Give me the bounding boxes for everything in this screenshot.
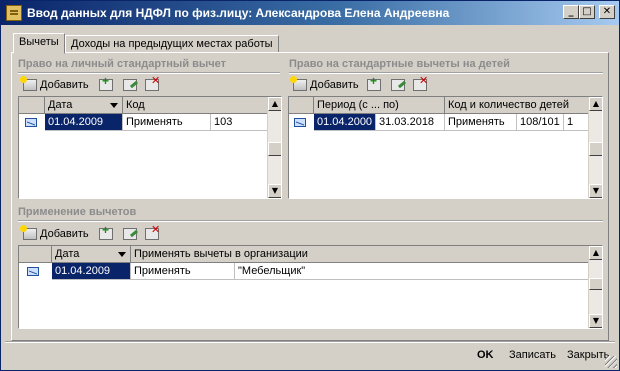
cell-date[interactable]: 01.04.2009 [45,114,123,131]
record-icon [27,267,39,276]
personal-copy-button[interactable] [99,74,113,94]
scroll-up-icon[interactable]: ▲ [268,97,281,111]
personal-add-label: Добавить [40,79,89,91]
application-separator [18,220,603,222]
personal-add-button[interactable]: Добавить [20,76,89,94]
children-section-title: Право на стандартные вычеты на детей [289,58,510,70]
edit-row-icon [391,79,405,91]
tab-deductions[interactable]: Вычеты [13,33,65,54]
children-delete-button[interactable] [413,74,428,94]
title-bar[interactable]: Ввод данных для НДФЛ по физ.лицу: Алекса… [1,1,619,25]
dialog-window: Ввод данных для НДФЛ по физ.лицу: Алекса… [0,0,620,371]
header-code-count[interactable]: Код и количество детей [445,97,590,114]
app-icon [6,5,22,21]
children-table[interactable]: Период (с ... по) Код и количество детей… [288,96,603,199]
copy-row-icon [99,223,113,240]
children-add-button[interactable]: Добавить [290,76,359,94]
application-copy-button[interactable] [99,223,113,243]
ok-button[interactable]: OK [477,347,494,365]
maximize-button[interactable]: □ [579,5,595,19]
add-row-icon [20,225,37,240]
scroll-thumb[interactable] [589,278,602,290]
minimize-button[interactable]: _ [563,5,579,19]
scroll-down-icon[interactable]: ▼ [589,314,602,328]
cell-period-to[interactable]: 31.03.2018 [376,114,445,131]
application-add-label: Добавить [40,228,89,240]
edit-row-icon [123,228,137,240]
personal-table[interactable]: Дата Код 01.04.2009 Применять 103 ▲ ▼ [18,96,282,199]
tab-previous-income[interactable]: Доходы на предыдущих местах работы [65,35,279,53]
window-title: Ввод данных для НДФЛ по физ.лицу: Алекса… [27,6,450,20]
cell-code[interactable]: 108/101 [517,114,564,131]
application-scrollbar[interactable]: ▲ ▼ [588,246,602,328]
header-date-label: Дата [55,248,80,260]
personal-separator [18,72,280,74]
header-icon-column [19,97,45,114]
scroll-up-icon[interactable]: ▲ [589,97,602,111]
sort-desc-icon [110,103,118,108]
close-window-button[interactable]: ✕ [599,5,615,19]
edit-row-icon [123,79,137,91]
scroll-down-icon[interactable]: ▼ [268,184,281,198]
delete-row-icon [145,74,160,91]
save-button[interactable]: Записать [509,347,556,365]
header-icon-column [289,97,314,114]
scroll-down-icon[interactable]: ▼ [589,184,602,198]
children-add-label: Добавить [310,79,359,91]
cell-date[interactable]: 01.04.2009 [52,263,131,280]
header-organization[interactable]: Применять вычеты в организации [131,246,589,263]
header-period[interactable]: Период (с ... по) [314,97,445,114]
header-date[interactable]: Дата [52,246,131,263]
children-copy-button[interactable] [367,74,381,94]
scroll-thumb[interactable] [589,142,602,156]
close-button[interactable]: Закрыть [567,347,609,365]
footer-separator [5,341,615,343]
cell-period-from[interactable]: 01.04.2000 [314,114,376,131]
children-scrollbar[interactable]: ▲ ▼ [588,97,602,198]
delete-row-icon [145,223,160,240]
copy-row-icon [367,74,381,91]
application-table[interactable]: Дата Применять вычеты в организации 01.0… [18,245,603,329]
cell-count[interactable]: 1 [564,114,590,131]
add-row-icon [290,76,307,91]
children-edit-button[interactable] [391,76,405,94]
application-add-button[interactable]: Добавить [20,225,89,243]
scroll-thumb[interactable] [268,142,281,156]
copy-row-icon [99,74,113,91]
header-code[interactable]: Код [123,97,268,114]
delete-row-icon [413,74,428,91]
personal-scrollbar[interactable]: ▲ ▼ [267,97,281,198]
cell-code[interactable]: 103 [211,114,268,131]
cell-action[interactable]: Применять [445,114,517,131]
application-edit-button[interactable] [123,225,137,243]
personal-delete-button[interactable] [145,74,160,94]
cell-action[interactable]: Применять [131,263,235,280]
header-date[interactable]: Дата [45,97,123,114]
personal-section-title: Право на личный стандартный вычет [18,58,227,70]
header-icon-column [19,246,52,263]
scroll-up-icon[interactable]: ▲ [589,246,602,260]
sort-desc-icon [118,252,126,257]
application-section-title: Применение вычетов [18,206,137,218]
cell-organization[interactable]: "Мебельщик" [235,263,589,280]
header-date-label: Дата [48,99,73,111]
cell-action[interactable]: Применять [123,114,211,131]
children-separator [289,72,603,74]
record-icon [25,118,37,127]
add-row-icon [20,76,37,91]
personal-edit-button[interactable] [123,76,137,94]
resize-grip-icon[interactable] [605,356,617,368]
record-icon [294,118,306,127]
application-delete-button[interactable] [145,223,160,243]
